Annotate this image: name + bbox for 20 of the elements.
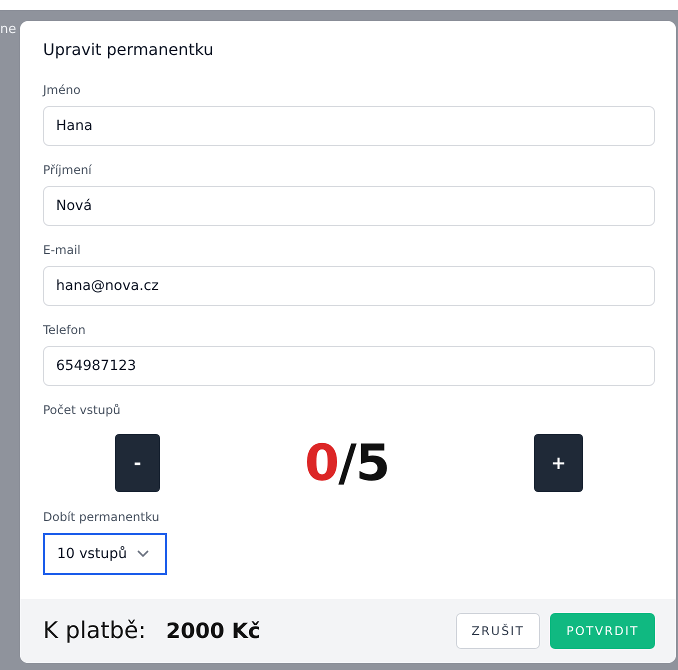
- background-text: ne: [0, 22, 16, 37]
- field-label: E-mail: [43, 242, 81, 258]
- cancel-button[interactable]: ZRUŠIT: [456, 613, 540, 649]
- field-label: Jméno: [43, 82, 81, 98]
- total-label: K platbě:: [43, 618, 146, 644]
- input-field[interactable]: Nová: [43, 186, 655, 226]
- entry-counter: 0/5: [304, 434, 390, 492]
- recharge-select[interactable]: 10 vstupů: [43, 533, 167, 575]
- total-value: 2000 Kč: [166, 619, 262, 643]
- field-label: Počet vstupů: [43, 402, 121, 418]
- input-field[interactable]: Hana: [43, 106, 655, 146]
- input-field[interactable]: 654987123: [43, 346, 655, 386]
- input-field[interactable]: hana@nova.cz: [43, 266, 655, 306]
- decrement-button[interactable]: -: [115, 434, 160, 492]
- field-label: Dobít permanentku: [43, 509, 160, 525]
- chevron-down-icon: [136, 550, 149, 558]
- dialog-title: Upravit permanentku: [43, 40, 214, 60]
- field-label: Telefon: [43, 322, 86, 338]
- field-label: Příjmení: [43, 162, 92, 178]
- increment-button[interactable]: +: [534, 434, 583, 492]
